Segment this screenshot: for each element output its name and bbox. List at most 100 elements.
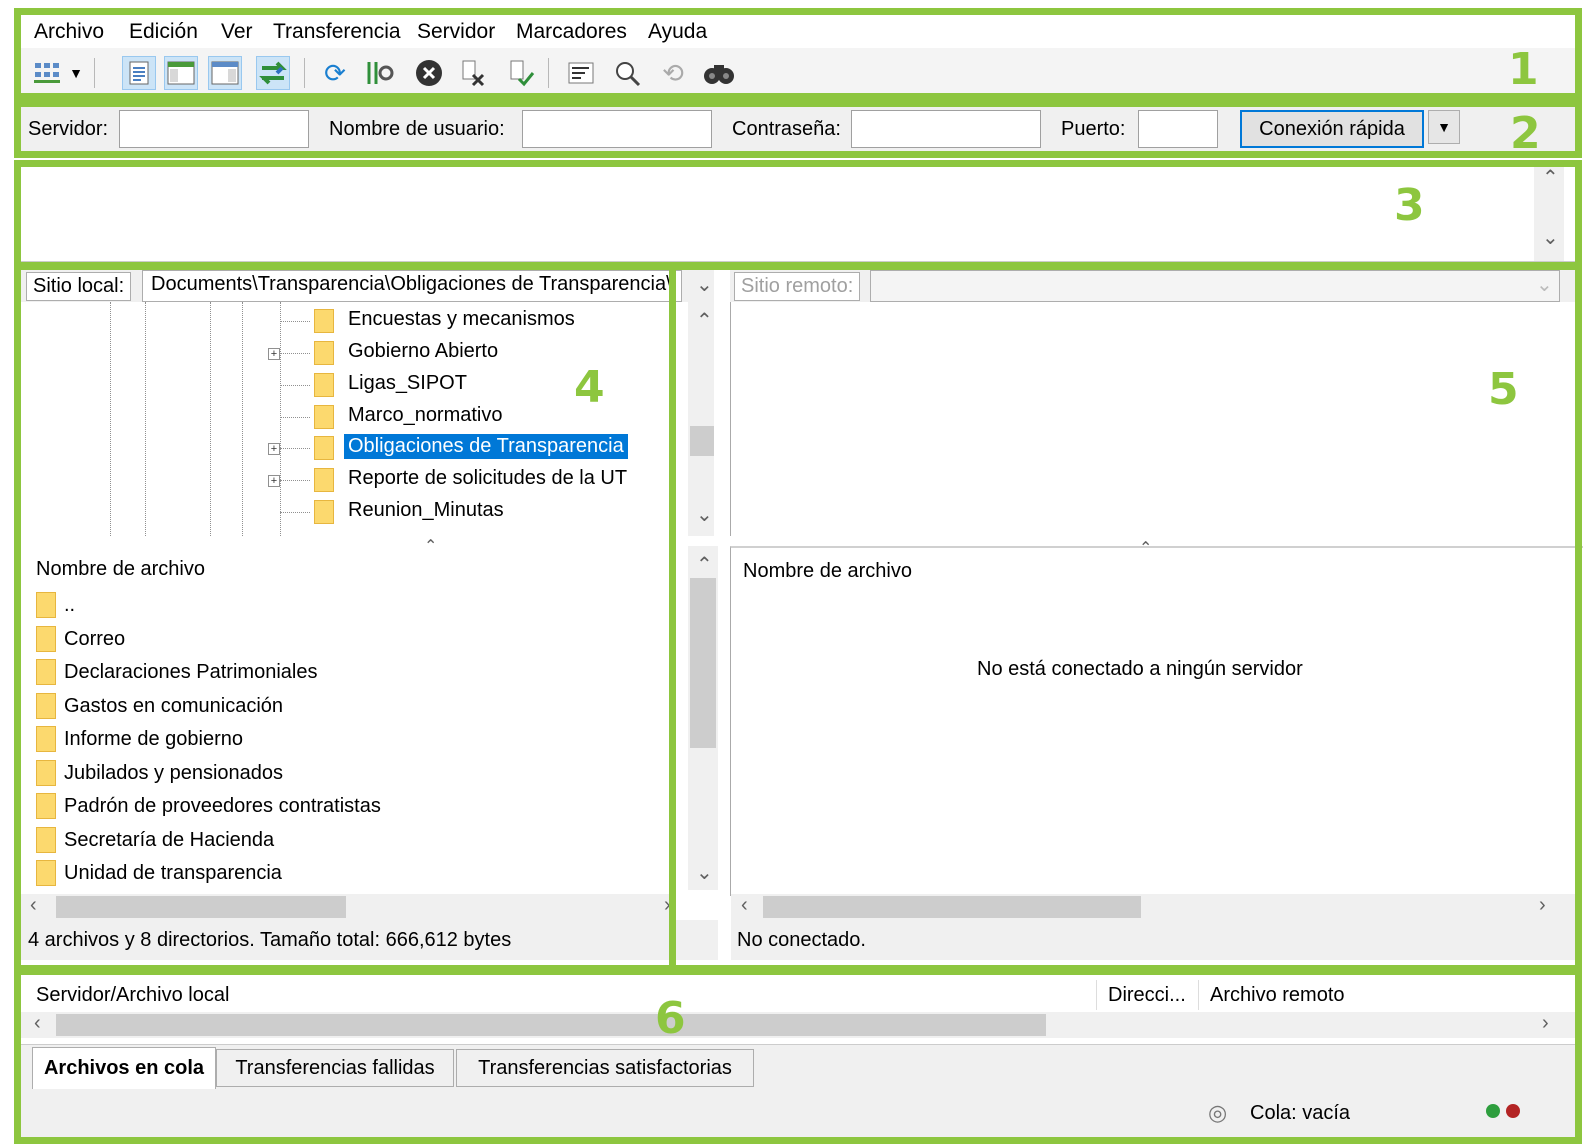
password-input[interactable] bbox=[851, 110, 1041, 148]
file-row[interactable]: Unidad de transparencia bbox=[36, 858, 282, 888]
scroll-thumb[interactable] bbox=[690, 426, 714, 456]
sync-browse-icon[interactable]: ⟲ bbox=[656, 56, 690, 90]
folder-icon bbox=[36, 726, 56, 752]
scroll-down-icon[interactable]: ⌄ bbox=[696, 502, 713, 527]
disconnect-icon[interactable] bbox=[456, 56, 490, 90]
remote-file-list[interactable]: ⌃ Nombre de archivo No está conectado a … bbox=[730, 540, 1583, 896]
local-path-input[interactable]: Documents\Transparencia\Obligaciones de … bbox=[142, 270, 682, 302]
scroll-right-icon[interactable]: › bbox=[1539, 894, 1546, 917]
local-tree-scrollbar[interactable]: ⌃ ⌄ bbox=[688, 302, 714, 536]
file-name: Unidad de transparencia bbox=[64, 861, 282, 884]
remote-path-dropdown-icon[interactable]: ⌄ bbox=[1536, 272, 1553, 297]
file-name: Declaraciones Patrimoniales bbox=[64, 660, 318, 683]
scroll-thumb[interactable] bbox=[690, 578, 716, 748]
site-manager-dropdown-icon[interactable]: ▼ bbox=[66, 56, 86, 90]
folder-icon bbox=[36, 793, 56, 819]
local-filename-column[interactable]: Nombre de archivo bbox=[36, 558, 205, 581]
menu-servidor[interactable]: Servidor bbox=[417, 20, 495, 44]
file-name: .. bbox=[64, 593, 76, 616]
reconnect-icon[interactable] bbox=[504, 56, 538, 90]
username-input[interactable] bbox=[522, 110, 712, 148]
annotation-label-5: 5 bbox=[1488, 364, 1519, 415]
menu-ayuda[interactable]: Ayuda bbox=[648, 20, 707, 44]
file-row[interactable]: Jubilados y pensionados bbox=[36, 758, 283, 788]
file-row[interactable]: .. bbox=[36, 590, 75, 620]
compare-icon[interactable] bbox=[610, 56, 644, 90]
tree-node[interactable]: + Reporte de solicitudes de la UT bbox=[14, 465, 674, 495]
remote-files-hscrollbar[interactable]: ‹ › bbox=[731, 894, 1582, 920]
scroll-down-icon[interactable]: ⌄ bbox=[696, 860, 713, 885]
local-files-scrollbar[interactable]: ⌃ ⌄ bbox=[688, 546, 718, 890]
remote-path-input[interactable] bbox=[870, 270, 1560, 302]
directory-listing-filter-icon[interactable] bbox=[564, 56, 598, 90]
expand-icon[interactable]: + bbox=[268, 443, 280, 455]
queue-col-local[interactable]: Servidor/Archivo local bbox=[36, 984, 229, 1007]
tree-node-selected[interactable]: + Obligaciones de Transparencia bbox=[14, 433, 674, 463]
transfer-queue-icon[interactable] bbox=[256, 56, 290, 90]
remote-path-bar: Sitio remoto: ⌄ bbox=[730, 268, 1582, 302]
queue-hscrollbar[interactable]: ‹ › bbox=[14, 1012, 1582, 1038]
toolbar-separator bbox=[94, 58, 95, 88]
tree-node[interactable]: Encuestas y mecanismos bbox=[14, 306, 674, 336]
tab-failed-transfers[interactable]: Transferencias fallidas bbox=[216, 1049, 454, 1087]
file-row[interactable]: Secretaría de Hacienda bbox=[36, 825, 274, 855]
remote-status: No conectado. bbox=[731, 920, 1582, 960]
scroll-up-icon[interactable]: ⌃ bbox=[696, 552, 713, 577]
server-input[interactable] bbox=[119, 110, 309, 148]
file-row[interactable]: Informe de gobierno bbox=[36, 724, 243, 754]
file-row[interactable]: Declaraciones Patrimoniales bbox=[36, 657, 317, 687]
scroll-thumb[interactable] bbox=[763, 896, 1141, 918]
expand-icon[interactable]: + bbox=[268, 475, 280, 487]
search-icon[interactable] bbox=[702, 56, 736, 90]
scroll-left-icon[interactable]: ‹ bbox=[34, 1012, 41, 1035]
message-log-icon[interactable] bbox=[122, 56, 156, 90]
local-tree-icon[interactable] bbox=[164, 56, 198, 90]
annotation-label-2: 2 bbox=[1510, 108, 1541, 159]
queue-tabs: Archivos en cola Transferencias fallidas… bbox=[14, 1044, 1582, 1091]
toolbar-separator bbox=[548, 58, 549, 88]
scroll-up-icon[interactable]: ⌃ bbox=[696, 308, 713, 333]
scroll-down-icon[interactable]: ⌄ bbox=[1542, 225, 1559, 250]
menu-ver[interactable]: Ver bbox=[221, 20, 253, 44]
transfer-queue[interactable]: Servidor/Archivo local Direcci... Archiv… bbox=[14, 980, 1582, 1044]
scroll-up-icon[interactable]: ⌃ bbox=[1542, 165, 1559, 190]
remote-directory-tree[interactable] bbox=[730, 302, 1583, 536]
process-queue-icon[interactable] bbox=[362, 56, 396, 90]
file-row[interactable]: Correo bbox=[36, 624, 125, 654]
remote-tree-icon[interactable] bbox=[208, 56, 242, 90]
scroll-right-icon[interactable]: › bbox=[1542, 1012, 1549, 1035]
speed-limit-icon[interactable]: ◎ bbox=[1208, 1100, 1227, 1126]
local-file-list[interactable]: ⌃ Nombre de archivo .. Correo Declaracio… bbox=[14, 538, 718, 894]
local-path-dropdown-icon[interactable]: ⌄ bbox=[696, 272, 713, 297]
queue-col-remote[interactable]: Archivo remoto bbox=[1210, 984, 1345, 1007]
tree-node[interactable]: Reunion_Minutas bbox=[14, 497, 674, 527]
menu-archivo[interactable]: Archivo bbox=[34, 20, 104, 44]
menu-marcadores[interactable]: Marcadores bbox=[516, 20, 627, 44]
menu-transferencia[interactable]: Transferencia bbox=[273, 20, 401, 44]
file-row[interactable]: Padrón de proveedores contratistas bbox=[36, 791, 381, 821]
queue-col-direction[interactable]: Direcci... bbox=[1108, 984, 1186, 1007]
scroll-thumb[interactable] bbox=[56, 1014, 1046, 1036]
tab-queued-files[interactable]: Archivos en cola bbox=[32, 1047, 216, 1089]
local-directory-tree[interactable]: Encuestas y mecanismos + Gobierno Abiert… bbox=[14, 302, 714, 536]
local-files-hscrollbar[interactable]: ‹ › bbox=[14, 894, 674, 920]
folder-icon bbox=[36, 693, 56, 719]
message-log[interactable]: ⌃ ⌄ bbox=[14, 165, 1582, 262]
quickconnect-dropdown-icon[interactable]: ▼ bbox=[1428, 110, 1460, 144]
site-manager-icon[interactable] bbox=[30, 56, 64, 90]
cancel-icon[interactable] bbox=[412, 56, 446, 90]
folder-icon bbox=[36, 827, 56, 853]
refresh-icon[interactable]: ⟳ bbox=[318, 56, 352, 90]
port-input[interactable] bbox=[1138, 110, 1218, 148]
scroll-thumb[interactable] bbox=[56, 896, 346, 918]
scroll-right-icon[interactable]: › bbox=[664, 894, 671, 917]
file-row[interactable]: Gastos en comunicación bbox=[36, 691, 283, 721]
menu-edicion[interactable]: Edición bbox=[129, 20, 198, 44]
scroll-left-icon[interactable]: ‹ bbox=[741, 894, 748, 917]
log-scrollbar[interactable]: ⌃ ⌄ bbox=[1534, 165, 1564, 261]
remote-filename-column[interactable]: Nombre de archivo bbox=[743, 560, 912, 583]
expand-icon[interactable]: + bbox=[268, 348, 280, 360]
scroll-left-icon[interactable]: ‹ bbox=[30, 894, 37, 917]
quickconnect-button[interactable]: Conexión rápida bbox=[1240, 110, 1424, 148]
tab-successful-transfers[interactable]: Transferencias satisfactorias bbox=[456, 1049, 754, 1087]
